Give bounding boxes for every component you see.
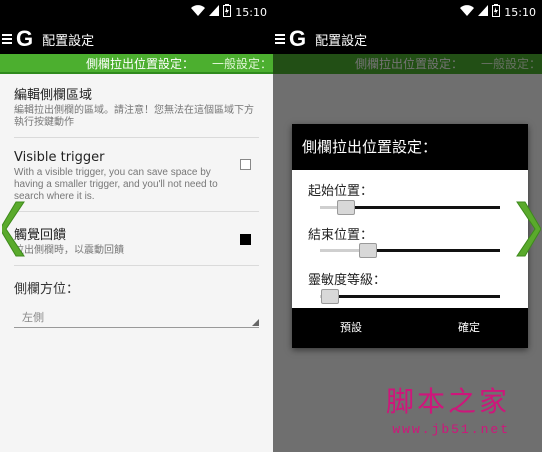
sensitivity-slider[interactable] bbox=[320, 289, 500, 304]
end-position-slider[interactable] bbox=[320, 243, 500, 258]
wifi-icon bbox=[191, 5, 206, 19]
app-logo-icon: G bbox=[16, 26, 34, 51]
end-position-label: 結束位置： bbox=[308, 228, 374, 243]
haptic-feedback-item[interactable]: 觸覺回饋 拉出側欄時，以震動回饋 bbox=[14, 224, 259, 257]
watermark-logo: 脚本之家 www.jb51.net bbox=[386, 380, 510, 437]
clock: 15:10 bbox=[504, 5, 536, 19]
item-summary: 編輯拉出側欄的區域。請注意！您無法在這個區域下方執行按鍵動作 bbox=[14, 105, 254, 128]
item-summary: 拉出側欄時，以震動回饋 bbox=[14, 245, 124, 256]
signal-icon bbox=[478, 5, 489, 19]
wifi-icon bbox=[460, 5, 475, 19]
visible-trigger-checkbox[interactable] bbox=[240, 159, 251, 170]
item-summary: With a visible trigger, you can save spa… bbox=[14, 167, 218, 202]
app-logo-icon: G bbox=[289, 26, 307, 51]
item-title: 編輯側欄區域 bbox=[14, 88, 93, 103]
dialog-button-bar: 預設 確定 bbox=[292, 308, 528, 348]
side-position-label: 側欄方位： bbox=[14, 282, 80, 297]
menu-icon[interactable] bbox=[2, 34, 12, 44]
dialog-title: 側欄拉出位置設定： bbox=[292, 124, 528, 170]
slider-thumb[interactable] bbox=[337, 200, 356, 215]
clock: 15:10 bbox=[235, 5, 267, 19]
default-button[interactable]: 預設 bbox=[292, 308, 410, 348]
page-title: 配置設定 bbox=[42, 33, 95, 49]
tab-sidebar-position[interactable]: 側欄拉出位置設定： bbox=[86, 54, 194, 74]
section-tab-bar: 側欄拉出位置設定： 一般設定： bbox=[0, 54, 273, 74]
slider-thumb[interactable] bbox=[321, 289, 340, 304]
dropdown-arrow-icon bbox=[252, 319, 259, 326]
visible-trigger-item[interactable]: Visible trigger With a visible trigger, … bbox=[14, 150, 233, 203]
divider bbox=[14, 265, 259, 266]
side-position-select[interactable]: 左側 bbox=[14, 302, 259, 328]
select-value: 左側 bbox=[22, 311, 44, 324]
watermark-url: www.jb51.net bbox=[392, 422, 510, 437]
menu-icon[interactable] bbox=[275, 34, 285, 44]
sidebar-position-dialog: 側欄拉出位置設定： 起始位置： 結束位置： 靈敏度等級： 預設 確定 bbox=[292, 124, 528, 348]
status-bar: 15:10 bbox=[273, 0, 542, 24]
app-bar: G 配置設定 bbox=[273, 24, 542, 54]
sensitivity-label: 靈敏度等級： bbox=[308, 273, 387, 288]
battery-icon bbox=[492, 4, 501, 20]
slider-thumb[interactable] bbox=[358, 243, 377, 258]
app-bar: G 配置設定 bbox=[0, 24, 273, 54]
settings-screen: 15:10 G 配置設定 側欄拉出位置設定： 一般設定： 編輯側欄區域 編輯拉出… bbox=[0, 0, 273, 452]
edit-area-item[interactable]: 編輯側欄區域 編輯拉出側欄的區域。請注意！您無法在這個區域下方執行按鍵動作 bbox=[14, 84, 259, 129]
sidebar-trigger-arrow-icon[interactable] bbox=[513, 200, 541, 258]
item-title: 觸覺回饋 bbox=[14, 228, 67, 243]
tab-general[interactable]: 一般設定： bbox=[212, 54, 272, 74]
sidebar-trigger-arrow-icon[interactable] bbox=[2, 200, 28, 258]
watermark-title: 脚本之家 bbox=[385, 385, 510, 418]
start-position-label: 起始位置： bbox=[308, 184, 374, 199]
ok-button[interactable]: 確定 bbox=[410, 308, 528, 348]
divider bbox=[14, 211, 259, 212]
battery-icon bbox=[223, 4, 232, 20]
start-position-slider[interactable] bbox=[320, 200, 500, 215]
divider bbox=[14, 137, 259, 138]
item-title: Visible trigger bbox=[14, 150, 105, 165]
page-title: 配置設定 bbox=[315, 33, 368, 49]
status-bar: 15:10 bbox=[0, 0, 273, 24]
signal-icon bbox=[209, 5, 220, 19]
settings-list: 編輯側欄區域 編輯拉出側欄的區域。請注意！您無法在這個區域下方執行按鍵動作 Vi… bbox=[0, 74, 273, 452]
haptic-feedback-checkbox[interactable] bbox=[240, 234, 251, 245]
